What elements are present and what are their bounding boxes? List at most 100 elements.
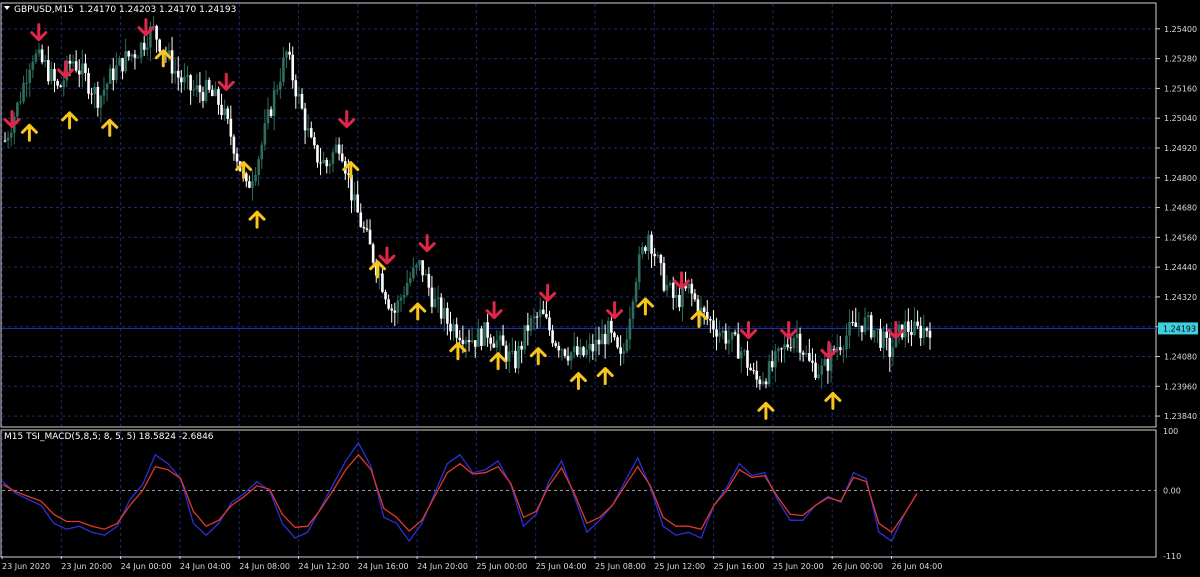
sell-arrow-icon (338, 110, 356, 129)
candle-body (572, 346, 576, 353)
candle-body (755, 370, 759, 380)
candle-body (464, 340, 468, 344)
candle-body (282, 57, 285, 82)
candle-body (421, 260, 424, 276)
candle-body (808, 353, 811, 361)
axis-labels: 1.25400 1.25280 1.25160 1.25040 1.24920 1.248… (1, 25, 1198, 571)
candle-body (139, 42, 143, 58)
sell-arrow-icon (378, 246, 396, 265)
candle-body (105, 83, 109, 90)
time-label: 24 Jun 16:00 (358, 562, 409, 571)
candle-body (613, 332, 616, 338)
time-label: 26 Jun 04:00 (892, 562, 943, 571)
candle-body (337, 144, 341, 154)
buy-arrow-icon (235, 161, 253, 180)
candle-body (461, 340, 465, 344)
candle-body (37, 49, 41, 54)
indicator-title: M15 TSI_MACD(5,8,5; 8, 5, 5) 18.5824 -2.… (4, 432, 214, 442)
candle-body (591, 343, 595, 352)
sell-arrow-shape (217, 72, 235, 91)
candle-body (6, 137, 10, 141)
collapse-icon[interactable] (4, 6, 10, 10)
candle-body (9, 132, 13, 138)
candle-body (176, 70, 180, 78)
candle-body (739, 351, 743, 359)
candle-body (226, 108, 230, 119)
candle-body (28, 69, 32, 83)
candle-body (263, 123, 267, 145)
candle-body (359, 212, 363, 227)
buy-arrow-icon (596, 367, 614, 386)
candle-body (529, 318, 533, 331)
price-label: 1.24440 (1164, 263, 1197, 272)
buy-arrow-icon (489, 352, 507, 371)
candle-body (235, 153, 239, 162)
time-label: 24 Jun 12:00 (299, 562, 350, 571)
candle-body (582, 346, 585, 356)
candle-body (603, 333, 607, 345)
candle-body (514, 350, 517, 369)
candle-body (368, 229, 372, 245)
candle-body (888, 337, 892, 358)
buy-arrow-shape (489, 352, 507, 371)
candle-body (316, 145, 319, 163)
candle-body (823, 359, 827, 366)
candle-body (873, 329, 876, 338)
candle-body (96, 86, 100, 108)
candle-body (402, 294, 406, 298)
candle-body (628, 318, 632, 340)
candle-body (910, 331, 913, 336)
candle-body (405, 282, 409, 295)
candle-body (334, 144, 338, 153)
time-label: 25 Jun 12:00 (654, 562, 705, 571)
chart-title: GBPUSD,M15 1.24170 1.24203 1.24170 1.2419… (14, 5, 236, 15)
sell-arrow-shape (30, 23, 48, 42)
candle-body (619, 347, 622, 354)
candle-body (507, 351, 511, 362)
candle-body (365, 228, 369, 230)
candle-body (306, 128, 310, 131)
price-label: 1.25400 (1164, 25, 1197, 34)
candle-body (16, 102, 19, 117)
candle-body (158, 39, 161, 52)
candle-body (285, 51, 288, 58)
candle-body (108, 68, 112, 84)
candle-body (712, 320, 715, 330)
candle-body (671, 282, 675, 298)
candle-body (718, 332, 721, 337)
buy-arrow-shape (61, 111, 79, 130)
candle-body (257, 159, 260, 175)
candle-body (470, 340, 474, 343)
sell-arrow-icon (30, 23, 48, 42)
candle-body (220, 104, 223, 115)
candle-body (860, 325, 864, 333)
candle-body (897, 324, 901, 333)
candle-body (606, 320, 610, 345)
candle-body (245, 173, 248, 182)
candle-body (922, 327, 926, 339)
candle-body (733, 332, 737, 335)
candle-body (541, 309, 545, 314)
candle-body (288, 51, 291, 55)
candle-body (743, 350, 746, 352)
candle-body (535, 316, 539, 318)
candle-body (229, 118, 233, 137)
candle-body (480, 328, 483, 346)
candle-body (511, 350, 514, 352)
time-label: 25 Jun 00:00 (476, 562, 527, 571)
candle-body (458, 337, 462, 341)
time-label: 26 Jun 00:00 (832, 562, 883, 571)
candle-body (40, 49, 44, 63)
buy-arrow-shape (248, 210, 266, 229)
candle-body (204, 79, 208, 101)
time-label: 25 Jun 04:00 (536, 562, 587, 571)
tsi-line (2, 441, 918, 543)
candle-body (223, 108, 226, 115)
time-label: 25 Jun 20:00 (773, 562, 824, 571)
candle-body (798, 333, 802, 353)
candle-body (430, 287, 434, 307)
candle-body (142, 42, 146, 50)
candle-body (560, 349, 564, 351)
candle-body (903, 321, 907, 338)
candle-body (84, 63, 87, 73)
